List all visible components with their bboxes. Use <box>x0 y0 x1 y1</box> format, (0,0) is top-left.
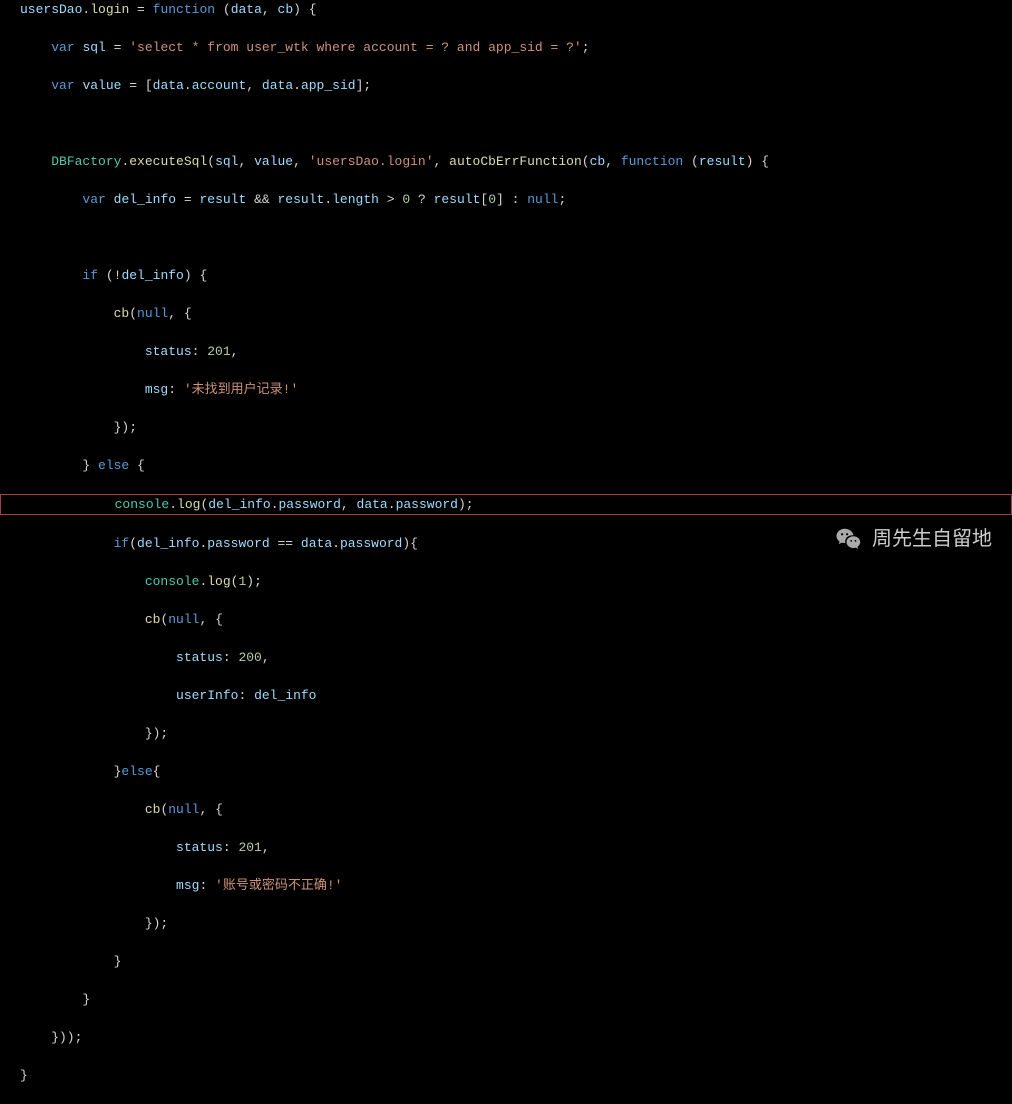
code-line: }else{ <box>20 762 1012 781</box>
code-line: }); <box>20 914 1012 933</box>
code-line: var sql = 'select * from user_wtk where … <box>20 38 1012 57</box>
code-line: usersDao.login = function (data, cb) { <box>20 0 1012 19</box>
code-line: msg: '账号或密码不正确!' <box>20 876 1012 895</box>
code-line: var value = [data.account, data.app_sid]… <box>20 76 1012 95</box>
code-line: status: 201, <box>20 838 1012 857</box>
code-line: var del_info = result && result.length >… <box>20 190 1012 209</box>
code-line: cb(null, { <box>20 610 1012 629</box>
code-line: } <box>20 1066 1012 1085</box>
wechat-icon <box>834 525 864 555</box>
code-line: cb(null, { <box>20 304 1012 323</box>
code-line: } <box>20 990 1012 1009</box>
code-line: cb(null, { <box>20 800 1012 819</box>
code-line: } <box>20 952 1012 971</box>
code-line: if (!del_info) { <box>20 266 1012 285</box>
code-line: status: 200, <box>20 648 1012 667</box>
watermark-text: 周先生自留地 <box>872 531 992 550</box>
code-line: msg: '未找到用户记录!' <box>20 380 1012 399</box>
code-line: DBFactory.executeSql(sql, value, 'usersD… <box>20 152 1012 171</box>
watermark: 周先生自留地 <box>834 525 992 555</box>
code-line: status: 201, <box>20 342 1012 361</box>
highlighted-line: console.log(del_info.password, data.pass… <box>0 494 1012 515</box>
code-line <box>20 114 1012 133</box>
code-line: }); <box>20 418 1012 437</box>
code-line: })); <box>20 1028 1012 1047</box>
code-line <box>20 228 1012 247</box>
code-line: }); <box>20 724 1012 743</box>
code-line: } else { <box>20 456 1012 475</box>
code-line: userInfo: del_info <box>20 686 1012 705</box>
